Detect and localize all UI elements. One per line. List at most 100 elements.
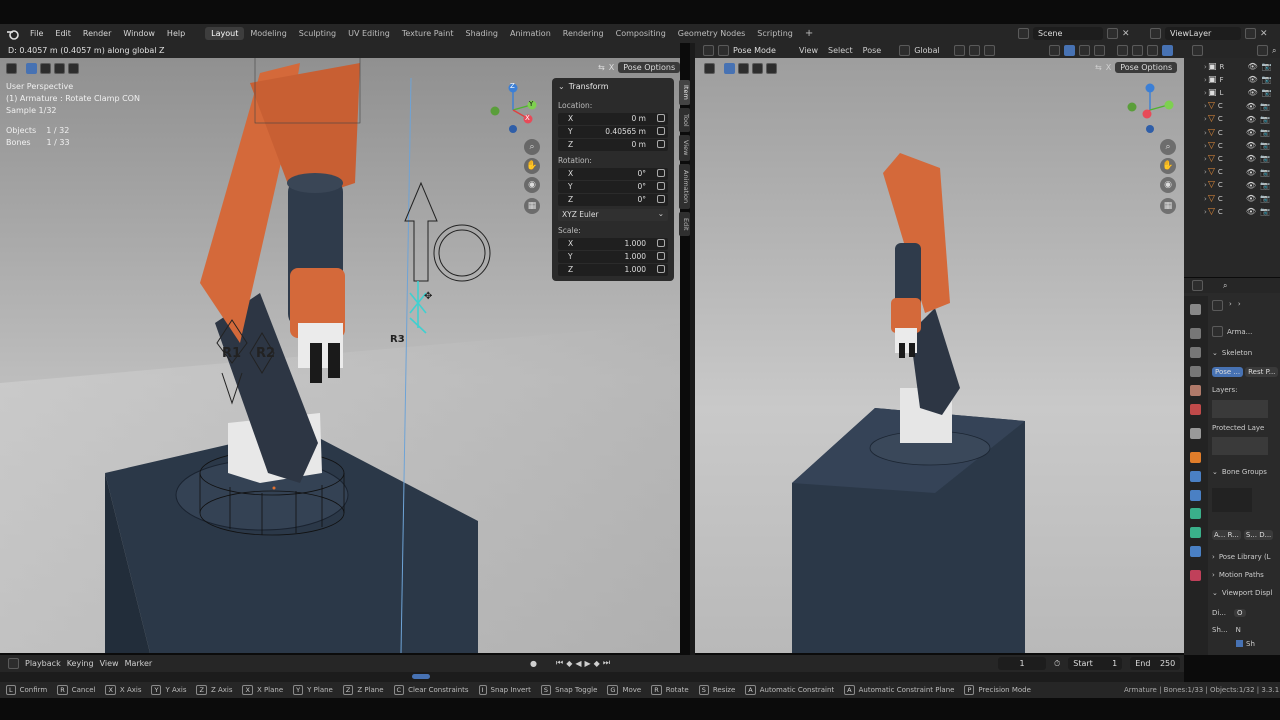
tab-animation[interactable]: Animation [504,27,557,40]
tab-rendering[interactable]: Rendering [557,27,610,40]
lock-icon[interactable] [657,169,665,177]
pin-icon[interactable] [1212,300,1223,311]
scale-y-field[interactable]: Y 1.000 [558,251,668,263]
right-axis-gizmo[interactable] [1125,83,1175,133]
next-keyframe-icon[interactable]: ◆ [594,659,600,668]
camera-icon[interactable]: 📷 [1260,115,1270,124]
pivot-icon[interactable] [954,45,966,56]
eye-icon[interactable]: 👁 [1246,181,1256,190]
scale-z-field[interactable]: Z 1.000 [558,264,668,276]
right-viewport[interactable]: Pose Mode View Select Pose Global ⇆ X Po… [695,43,1184,653]
lock-icon[interactable] [657,195,665,203]
outliner-editor-icon[interactable] [1192,45,1203,56]
tab-sculpting[interactable]: Sculpting [293,27,342,40]
camera-icon[interactable]: 📷 [1260,207,1270,216]
select-mode-new-icon[interactable] [724,62,735,74]
motion-paths-section-header[interactable]: › Motion Paths [1212,571,1278,579]
rotation-y-field[interactable]: Y 0° [558,181,668,193]
right-pose-options-button[interactable]: Pose Options [1115,62,1178,73]
x-mirror-label[interactable]: X [1106,63,1111,72]
outliner-row[interactable]: › ▽ C 👁 📷 [1186,113,1280,126]
blender-logo-icon[interactable] [6,28,20,40]
material-shading-icon[interactable] [1147,45,1159,56]
left-axis-gizmo[interactable]: Z Y X [488,82,538,133]
outliner-row[interactable]: › ▽ C 👁 📷 [1186,205,1280,218]
ortho-grid-icon[interactable]: ▦ [1160,198,1176,214]
scene-field[interactable]: Scene [1033,27,1103,40]
expand-chevron-icon[interactable]: › [1186,115,1207,123]
lock-icon[interactable] [657,252,665,260]
wireframe-shading-icon[interactable] [1117,45,1129,56]
camera-icon[interactable]: 📷 [1260,141,1270,150]
menu-edit[interactable]: Edit [49,29,77,38]
display-as-select[interactable]: O [1234,609,1246,617]
select-mode-new-icon[interactable] [26,62,37,74]
lock-icon[interactable] [657,239,665,247]
current-frame-field[interactable]: 1 [998,657,1046,670]
add-workspace-button[interactable]: + [799,28,819,39]
menu-select[interactable]: Select [828,46,853,55]
menu-render[interactable]: Render [77,29,117,38]
search-icon[interactable]: ⌕ [1272,46,1276,56]
camera-icon[interactable]: 📷 [1262,88,1272,97]
menu-window[interactable]: Window [117,29,161,38]
camera-view-icon[interactable]: ◉ [524,177,540,193]
eye-icon[interactable]: 👁 [1246,194,1256,203]
properties-editor-icon[interactable] [1192,280,1203,291]
menu-help[interactable]: Help [161,29,191,38]
tab-shading[interactable]: Shading [459,27,504,40]
constraints-tab-icon[interactable] [1190,490,1201,501]
editor-type-icon[interactable] [703,45,714,56]
close-scene-icon[interactable]: ✕ [1122,29,1130,39]
outliner-row[interactable]: › ▽ C 👁 📷 [1186,179,1280,192]
bone-tab-icon[interactable] [1190,527,1201,538]
camera-icon[interactable]: 📷 [1260,154,1270,163]
scene-tab-icon[interactable] [1190,385,1201,396]
select-mode-subtract-icon[interactable] [752,62,763,74]
viewport-display-section-header[interactable]: ⌄ Viewport Displ [1212,589,1278,597]
select-mode-extend-icon[interactable] [40,62,51,74]
record-icon[interactable]: ● [530,659,537,668]
menu-playback[interactable]: Playback [25,659,61,668]
rotation-mode-select[interactable]: XYZ Euler ⌄ [558,209,668,221]
eye-icon[interactable]: 👁 [1246,102,1256,111]
zoom-icon[interactable]: ⌕ [1160,139,1176,155]
eye-icon[interactable]: 👁 [1248,88,1258,97]
outliner-row[interactable]: › ▣ L 👁 📷 [1186,86,1280,99]
outliner-row[interactable]: › ▽ C 👁 📷 [1186,152,1280,165]
select-mode-extend-icon[interactable] [738,62,749,74]
tab-edit[interactable]: Edit [679,212,690,236]
playhead[interactable] [412,674,430,679]
timeline-scrubber[interactable] [0,672,1184,682]
prev-keyframe-icon[interactable]: ◆ [566,659,572,668]
scale-x-field[interactable]: X 1.000 [558,238,668,250]
ortho-grid-icon[interactable]: ▦ [524,198,540,214]
tool-tab-icon[interactable] [1190,304,1201,315]
camera-icon[interactable]: 📷 [1260,194,1270,203]
outliner-row[interactable]: › ▽ C 👁 📷 [1186,192,1280,205]
expand-chevron-icon[interactable]: › [1186,89,1207,97]
view-layer-field[interactable]: ViewLayer [1165,27,1241,40]
start-frame-field[interactable]: Start 1 [1068,657,1123,670]
outliner-row[interactable]: › ▽ C 👁 📷 [1186,100,1280,113]
menu-marker[interactable]: Marker [125,659,153,668]
solid-shading-icon[interactable] [1132,45,1144,56]
camera-view-icon[interactable]: ◉ [1160,177,1176,193]
eye-icon[interactable]: 👁 [1246,141,1256,150]
transform-orientation-select[interactable]: Global [914,46,950,55]
tab-modeling[interactable]: Modeling [244,27,292,40]
output-tab-icon[interactable] [1190,347,1201,358]
eye-icon[interactable]: 👁 [1248,75,1258,84]
mode-select[interactable]: Pose Mode [733,46,789,55]
tab-view[interactable]: View [679,135,690,161]
copy-scene-icon[interactable] [1107,28,1118,39]
timeline-editor-icon[interactable] [8,658,19,669]
texture-tab-icon[interactable] [1190,570,1201,581]
camera-icon[interactable]: 📷 [1260,181,1270,190]
lock-icon[interactable] [657,127,665,135]
outliner-row[interactable]: › ▽ C 👁 📷 [1186,139,1280,152]
xray-icon[interactable] [1094,45,1106,56]
eye-icon[interactable]: 👁 [1246,154,1256,163]
tab-geometry-nodes[interactable]: Geometry Nodes [672,27,751,40]
tab-item[interactable]: Item [679,80,690,105]
